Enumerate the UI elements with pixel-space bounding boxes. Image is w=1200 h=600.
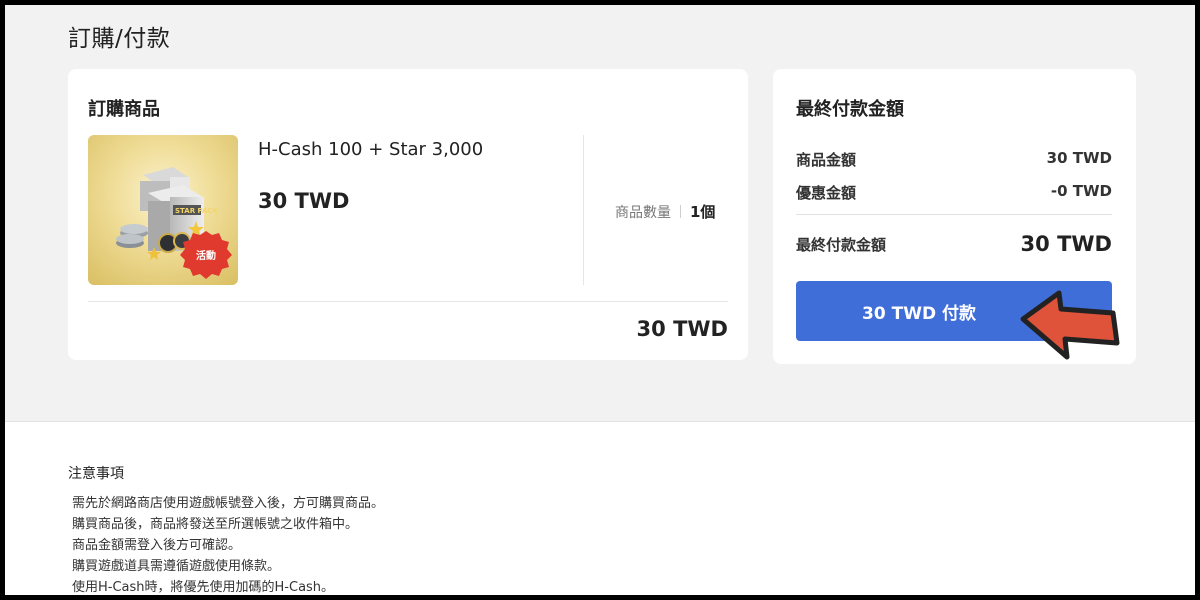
product-amount-row: 商品金額 30 TWD bbox=[796, 149, 1112, 170]
order-items-card: 訂購商品 STAR PACK 活動 H-Cash 100 + Star 3,00… bbox=[68, 69, 748, 360]
notice-item: 需先於網路商店使用遊戲帳號登入後，方可購買商品。 bbox=[72, 496, 385, 511]
notice-item: 使用H-Cash時，將優先使用加碼的H-Cash。 bbox=[72, 580, 335, 595]
vertical-divider bbox=[583, 135, 584, 285]
quantity-row: 商品數量 1個 bbox=[615, 201, 715, 222]
notice-item: 購買商品後，商品將發送至所選帳號之收件箱中。 bbox=[72, 517, 359, 532]
notice-item: 商品金額需登入後方可確認。 bbox=[72, 538, 242, 553]
notice-item: 購買遊戲道具需遵循遊戲使用條款。 bbox=[72, 559, 281, 574]
discount-amount-value: -0 TWD bbox=[1050, 182, 1112, 200]
page-frame: 訂購/付款 訂購商品 STAR PACK 活動 H-Cash 100 + Sta… bbox=[5, 5, 1195, 595]
box-label-text: STAR PACK bbox=[175, 207, 219, 215]
pointer-arrow-icon bbox=[1020, 290, 1120, 360]
final-amount-value: 30 TWD bbox=[1020, 232, 1112, 256]
horizontal-divider bbox=[88, 301, 728, 302]
order-section: 訂購/付款 訂購商品 STAR PACK 活動 H-Cash 100 + Sta… bbox=[5, 5, 1195, 422]
quantity-label: 商品數量 bbox=[615, 204, 671, 221]
final-amount-row: 最終付款金額 30 TWD bbox=[796, 232, 1112, 256]
notice-list: 需先於網路商店使用遊戲帳號登入後，方可購買商品。 購買商品後，商品將發送至所選帳… bbox=[72, 493, 384, 595]
product-price: 30 TWD bbox=[258, 189, 350, 213]
quantity-separator bbox=[680, 205, 681, 218]
discount-amount-label: 優惠金額 bbox=[796, 184, 857, 202]
discount-amount-row: 優惠金額 -0 TWD bbox=[796, 182, 1112, 203]
product-name: H-Cash 100 + Star 3,000 bbox=[258, 139, 484, 160]
payment-summary-heading: 最終付款金額 bbox=[796, 99, 904, 120]
page-title: 訂購/付款 bbox=[68, 26, 171, 52]
order-items-heading: 訂購商品 bbox=[88, 99, 160, 120]
product-image: STAR PACK 活動 bbox=[88, 135, 238, 285]
order-total: 30 TWD bbox=[636, 317, 728, 341]
quantity-value: 1個 bbox=[690, 203, 716, 221]
final-amount-label: 最終付款金額 bbox=[796, 235, 887, 254]
event-badge-text: 活動 bbox=[196, 249, 216, 262]
product-amount-label: 商品金額 bbox=[796, 151, 857, 169]
star-pack-image: STAR PACK 活動 bbox=[116, 167, 232, 279]
product-amount-value: 30 TWD bbox=[1046, 149, 1112, 167]
notice-title: 注意事項 bbox=[68, 466, 124, 482]
payment-divider bbox=[796, 214, 1112, 215]
